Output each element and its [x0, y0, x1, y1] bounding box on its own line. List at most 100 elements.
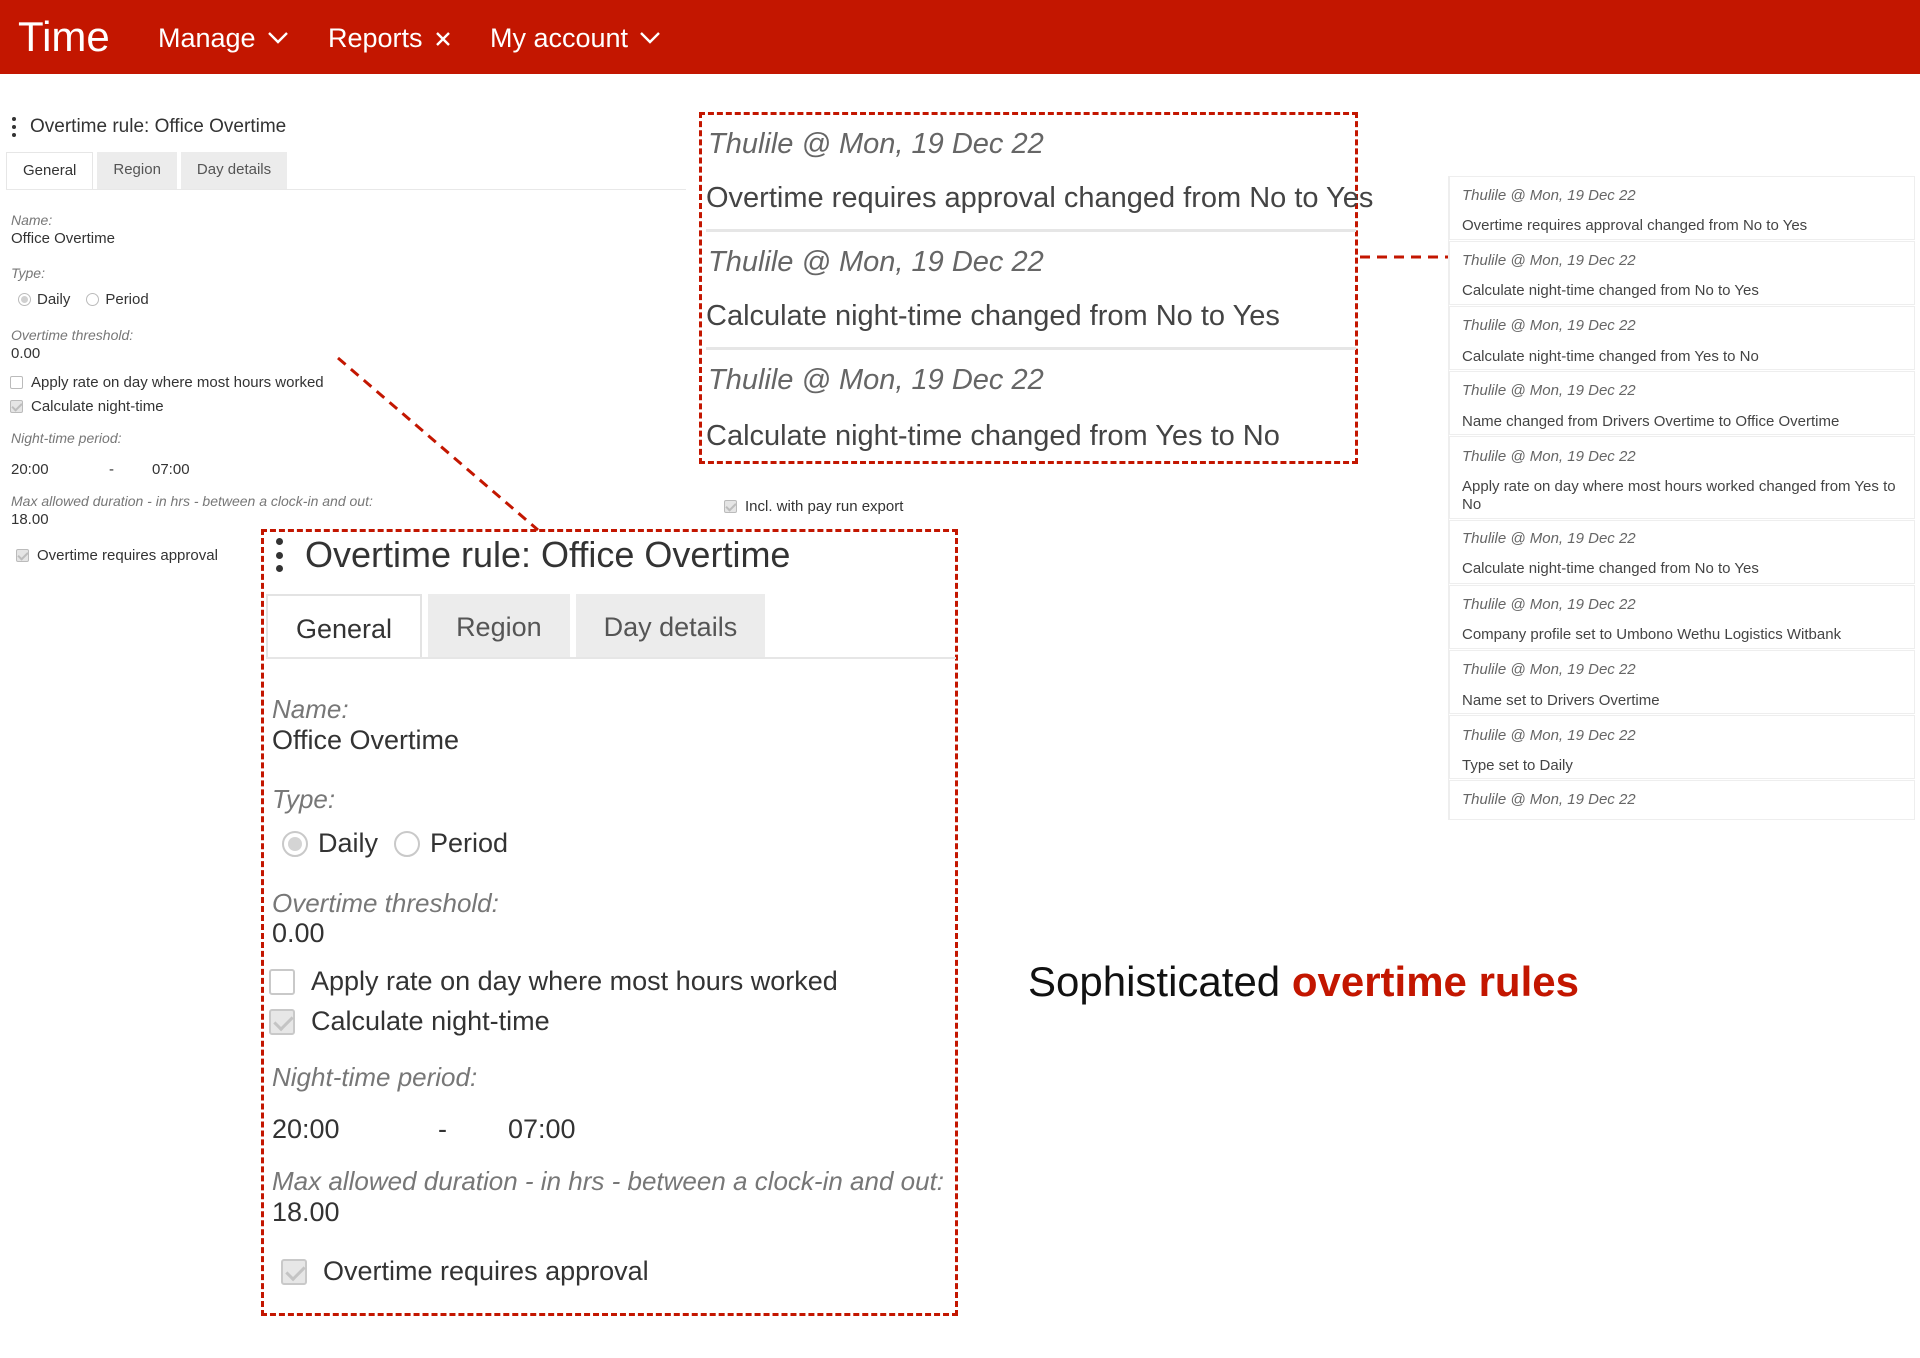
history-zoom-author: Thulile @ Mon, 19 Dec 22	[708, 128, 1044, 160]
nav-reports[interactable]: Reports	[328, 22, 451, 54]
max-duration-label: Max allowed duration - in hrs - between …	[11, 493, 373, 509]
requires-approval-label: Overtime requires approval	[37, 547, 218, 564]
zoom-tab-day-details[interactable]: Day details	[575, 594, 766, 658]
history-item: Thulile @ Mon, 19 Dec 22 Apply rate on d…	[1449, 436, 1915, 519]
chevron-down-icon	[640, 32, 660, 44]
zoom-night-to-value: 07:00	[508, 1114, 576, 1144]
history-author: Thulile @ Mon, 19 Dec 22	[1462, 727, 1636, 744]
history-author: Thulile @ Mon, 19 Dec 22	[1462, 382, 1636, 399]
history-message: Calculate night-time changed from No to …	[1462, 560, 1759, 577]
zoom-form-title-text: Overtime rule: Office Overtime	[305, 534, 791, 575]
kebab-menu-icon[interactable]	[12, 117, 16, 137]
nav-my-account-label: My account	[490, 23, 629, 53]
history-item: Thulile @ Mon, 19 Dec 22 Overtime requir…	[1449, 176, 1915, 240]
night-time-checkbox[interactable]	[10, 400, 23, 413]
history-message: Apply rate on day where most hours worke…	[1462, 478, 1896, 513]
zoom-requires-approval-checkbox[interactable]	[281, 1258, 307, 1285]
type-daily-radio[interactable]	[18, 293, 31, 306]
history-author: Thulile @ Mon, 19 Dec 22	[1462, 317, 1636, 334]
type-label: Type:	[11, 265, 45, 281]
history-message: Calculate night-time changed from No to …	[1462, 282, 1759, 299]
tab-general[interactable]: General	[6, 152, 94, 190]
zoom-apply-rate-checkbox[interactable]	[269, 968, 295, 995]
zoom-threshold-value: 0.00	[272, 918, 325, 948]
max-duration-value: 18.00	[11, 511, 49, 528]
top-nav-bar: Time Manage Reports My account	[0, 0, 1920, 74]
zoom-night-separator: -	[438, 1114, 447, 1144]
close-icon[interactable]	[435, 30, 451, 46]
history-zoom-message: Calculate night-time changed from No to …	[706, 300, 1280, 332]
history-zoom-list: Thulile @ Mon, 19 Dec 22 Overtime requir…	[700, 112, 1373, 464]
type-period-radio[interactable]	[86, 293, 100, 306]
zoom-tab-region[interactable]: Region	[428, 594, 570, 658]
history-item: Thulile @ Mon, 19 Dec 22 Calculate night…	[1449, 520, 1915, 584]
zoom-max-duration-value: 18.00	[272, 1197, 340, 1227]
history-message: Name set to Drivers Overtime	[1462, 692, 1660, 709]
zoom-apply-rate-option: Apply rate on day where most hours worke…	[269, 966, 838, 997]
night-period-label: Night-time period:	[11, 430, 122, 446]
nav-my-account[interactable]: My account	[490, 22, 660, 54]
tab-day-details[interactable]: Day details	[180, 152, 288, 190]
history-zoom-message: Overtime requires approval changed from …	[706, 182, 1374, 214]
zoom-type-period-label: Period	[430, 828, 509, 858]
history-message: Type set to Daily	[1462, 757, 1573, 774]
zoom-night-time-label: Calculate night-time	[311, 1006, 550, 1036]
history-message: Company profile set to Umbono Wethu Logi…	[1462, 626, 1842, 643]
night-from-value: 20:00	[11, 461, 49, 478]
history-item: Thulile @ Mon, 19 Dec 22 Company profile…	[1449, 585, 1915, 649]
nav-manage-label: Manage	[158, 23, 256, 53]
threshold-value: 0.00	[11, 345, 41, 362]
form-title-text: Overtime rule: Office Overtime	[30, 116, 287, 137]
history-author: Thulile @ Mon, 19 Dec 22	[1462, 187, 1636, 204]
history-item: Thulile @ Mon, 19 Dec 22 Calculate night…	[1449, 241, 1915, 305]
history-author: Thulile @ Mon, 19 Dec 22	[1462, 252, 1636, 269]
tab-region[interactable]: Region	[97, 152, 177, 190]
history-author: Thulile @ Mon, 19 Dec 22	[1462, 791, 1636, 808]
requires-approval-checkbox[interactable]	[16, 549, 29, 562]
zoom-night-period-label: Night-time period:	[272, 1062, 478, 1092]
tagline-highlight: overtime rules	[1291, 958, 1579, 1005]
requires-approval-option: Overtime requires approval	[16, 547, 218, 564]
history-message: Calculate night-time changed from Yes to…	[1462, 348, 1759, 365]
night-to-value: 07:00	[152, 461, 190, 478]
chevron-down-icon	[267, 32, 288, 44]
zoom-night-time-option: Calculate night-time	[269, 1006, 550, 1037]
history-zoom-author: Thulile @ Mon, 19 Dec 22	[708, 364, 1044, 396]
zoom-type-period-radio[interactable]	[394, 830, 421, 857]
night-time-option: Calculate night-time	[10, 398, 164, 415]
history-author: Thulile @ Mon, 19 Dec 22	[1462, 530, 1636, 547]
nav-manage[interactable]: Manage	[158, 22, 288, 54]
zoom-night-time-checkbox[interactable]	[269, 1008, 295, 1035]
night-separator: -	[109, 461, 114, 478]
type-period-label: Period	[105, 291, 149, 308]
app-logo[interactable]: Time	[18, 12, 110, 62]
tab-divider	[6, 189, 686, 190]
history-zoom-divider	[706, 229, 1356, 232]
history-zoom-author: Thulile @ Mon, 19 Dec 22	[708, 246, 1044, 278]
history-item: Thulile @ Mon, 19 Dec 22	[1449, 780, 1915, 820]
zoom-tab-divider	[266, 657, 956, 659]
history-message: Overtime requires approval changed from …	[1462, 217, 1808, 234]
form-title: Overtime rule: Office Overtime	[12, 116, 286, 138]
payrun-export-checkbox[interactable]	[724, 500, 737, 513]
history-message: Name changed from Drivers Overtime to Of…	[1462, 413, 1840, 430]
payrun-export-option: Incl. with pay run export	[724, 498, 903, 515]
name-label: Name:	[11, 212, 53, 228]
night-time-label: Calculate night-time	[31, 398, 164, 415]
zoom-tab-general[interactable]: General	[266, 594, 423, 658]
zoom-type-daily-radio[interactable]	[282, 830, 308, 857]
history-zoom-message: Calculate night-time changed from Yes to…	[706, 420, 1280, 452]
type-radio-group: Daily Period	[18, 291, 149, 308]
apply-rate-checkbox[interactable]	[10, 376, 23, 389]
kebab-menu-icon[interactable]	[276, 538, 283, 572]
zoom-type-daily-label: Daily	[318, 828, 379, 858]
apply-rate-option: Apply rate on day where most hours worke…	[10, 374, 324, 391]
tagline-prefix: Sophisticated	[1028, 958, 1292, 1005]
zoom-name-value: Office Overtime	[272, 725, 460, 755]
zoom-form-tabs: General Region Day details	[266, 594, 771, 658]
history-item: Thulile @ Mon, 19 Dec 22 Name set to Dri…	[1449, 650, 1915, 714]
zoom-threshold-label: Overtime threshold:	[272, 888, 499, 918]
zoom-requires-approval-label: Overtime requires approval	[323, 1256, 649, 1286]
zoom-name-label: Name:	[272, 694, 349, 724]
name-value: Office Overtime	[11, 230, 115, 247]
